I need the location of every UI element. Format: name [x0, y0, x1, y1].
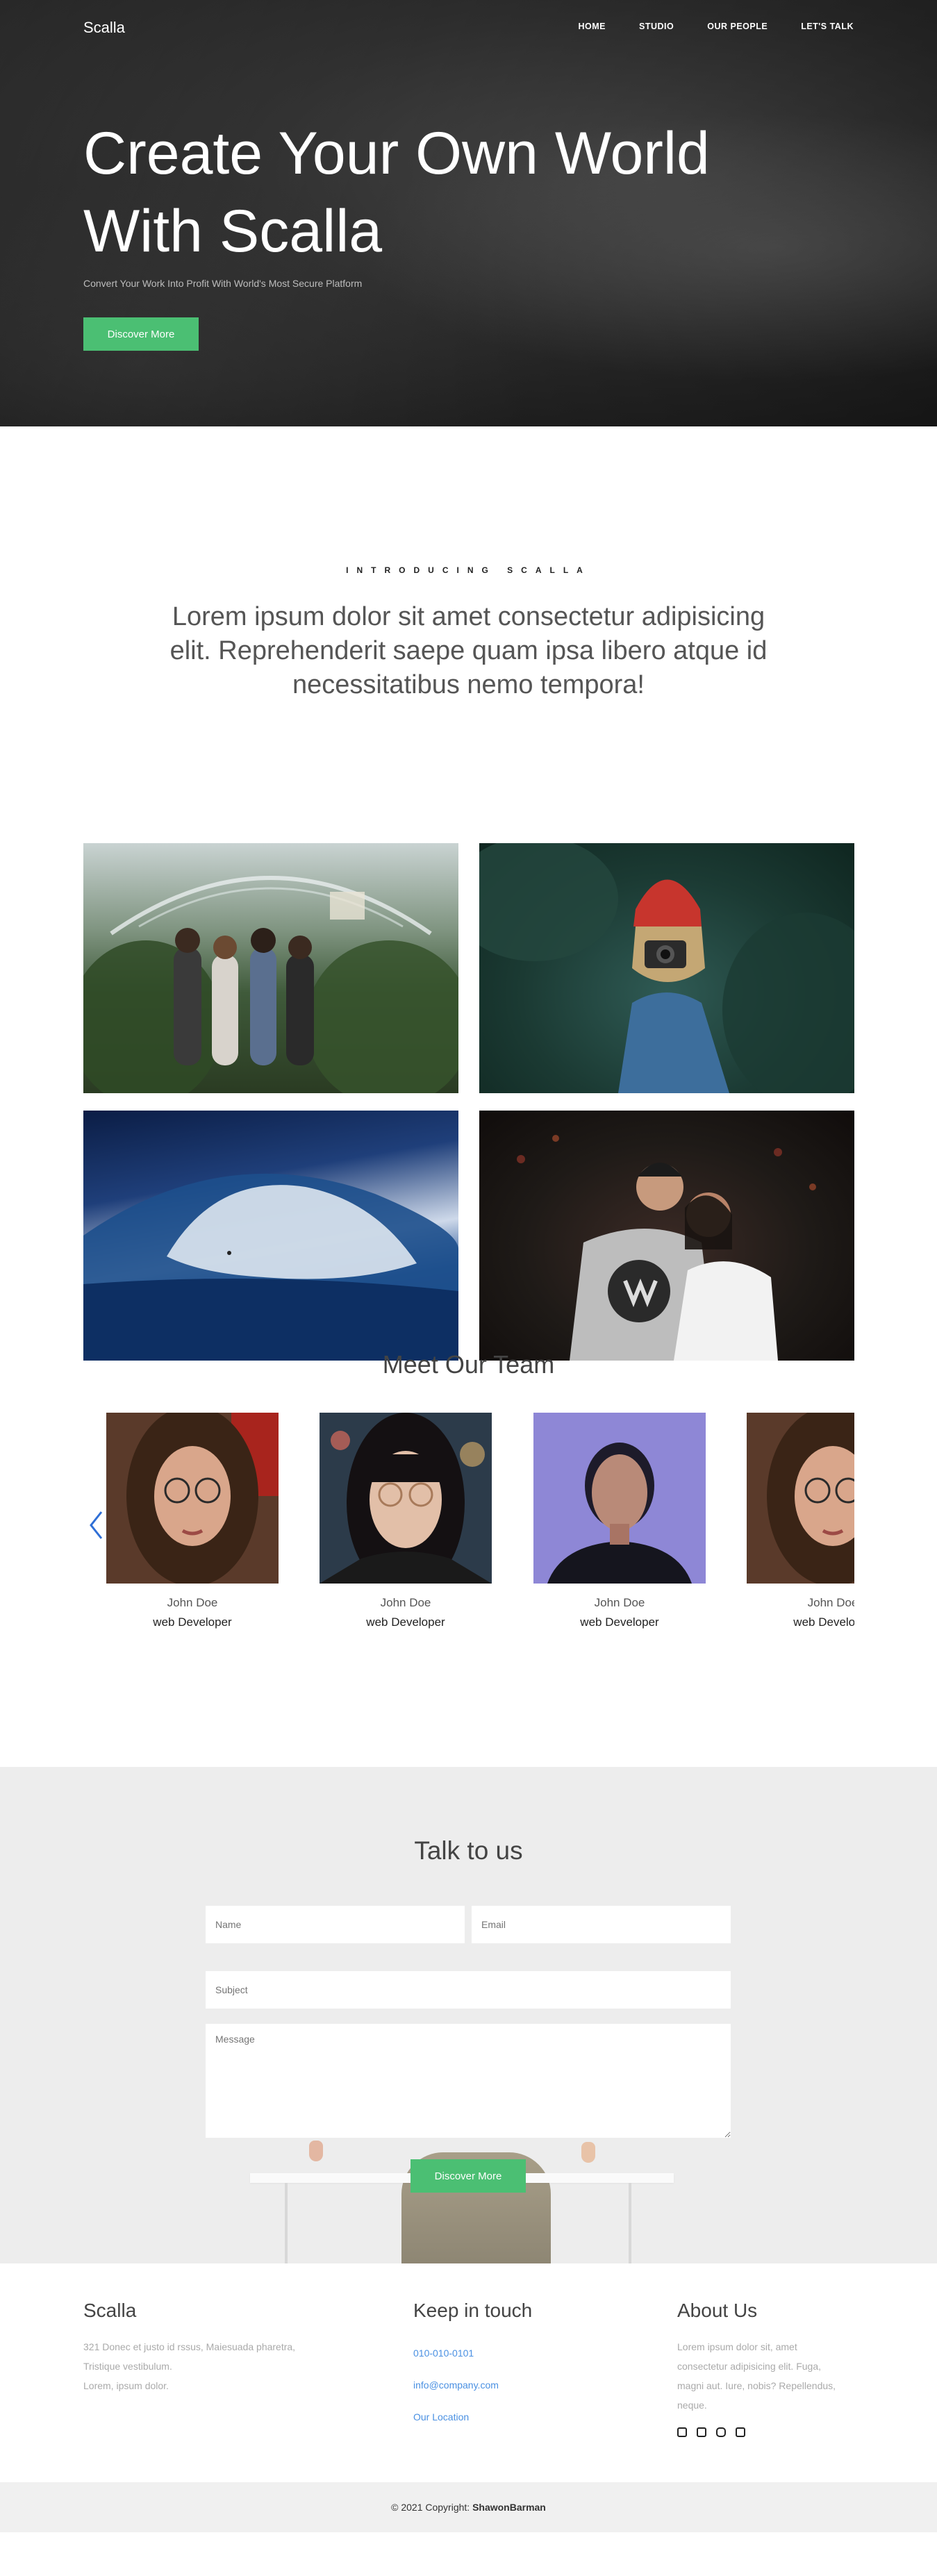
team-card: John Doe web Developer: [106, 1413, 279, 1629]
footer-about-line: Lorem ipsum dolor sit, amet: [677, 2341, 797, 2352]
footer-about-text: Lorem ipsum dolor sit, amet consectetur …: [677, 2337, 858, 2415]
social-icons: [677, 2427, 858, 2437]
footer-about-title: About Us: [677, 2300, 758, 2321]
team-photo: [533, 1413, 706, 1584]
hero-title-line2: With Scalla: [83, 198, 383, 265]
gallery-photo-couple: [479, 1111, 854, 1361]
footer-email-link[interactable]: info@company.com: [413, 2369, 622, 2401]
hero-title-line1: Create Your Own World: [83, 120, 710, 187]
team-card: John Doe web Developer: [320, 1413, 492, 1629]
main-nav: HOME STUDIO OUR PEOPLE LET'S TALK: [579, 22, 854, 31]
email-input[interactable]: [472, 1906, 731, 1943]
team-member-role: web Developer: [366, 1615, 445, 1629]
nav-our-people[interactable]: OUR PEOPLE: [707, 22, 768, 31]
footer-location-link[interactable]: Our Location: [413, 2401, 622, 2433]
hero-title: Create Your Own World With Scalla: [83, 115, 710, 270]
team-card: John Doe web Developer: [533, 1413, 706, 1629]
footer-address-line: 321 Donec et justo id rssus, Maiesuada p…: [83, 2341, 296, 2352]
footer-phone-link[interactable]: 010-010-0101: [413, 2337, 622, 2369]
message-textarea[interactable]: [206, 2024, 731, 2138]
copyright-text: © 2021 Copyright:: [391, 2502, 470, 2513]
wave-illustration: [83, 1173, 458, 1361]
contact-title: Talk to us: [414, 1836, 523, 1865]
gallery-photo-greenhouse-friends: [83, 843, 458, 1093]
vase-decoration: [309, 2141, 323, 2161]
discover-more-button[interactable]: Discover More: [83, 317, 199, 351]
footer-address: 321 Donec et justo id rssus, Maiesuada p…: [83, 2337, 347, 2395]
team-member-name: John Doe: [807, 1596, 854, 1609]
desk-leg: [629, 2183, 631, 2263]
team-photo: [320, 1413, 492, 1584]
couple-illustration: [517, 1135, 816, 1361]
team-member-name: John Doe: [594, 1596, 645, 1609]
nav-home[interactable]: HOME: [579, 22, 606, 31]
chevron-left-icon: [90, 1511, 103, 1539]
team-photo: [106, 1413, 279, 1584]
intro-text: Lorem ipsum dolor sit amet consectetur a…: [169, 602, 768, 699]
team-title: Meet Our Team: [382, 1350, 555, 1379]
brand-logo[interactable]: Scalla: [83, 19, 125, 37]
nav-lets-talk[interactable]: LET'S TALK: [801, 22, 854, 31]
nav-studio[interactable]: STUDIO: [639, 22, 674, 31]
footer-address-line: Tristique vestibulum.: [83, 2361, 172, 2372]
facebook-icon[interactable]: [697, 2427, 706, 2437]
greenhouse-illustration: [83, 876, 458, 1093]
copyright-bar: © 2021 Copyright: ShawonBarman: [0, 2482, 937, 2532]
gallery-photo-camera-girl: [479, 843, 854, 1093]
team-member-name: John Doe: [380, 1596, 431, 1609]
team-carousel[interactable]: John Doe web Developer John Doe web Deve…: [83, 1413, 854, 1642]
team-section: Meet Our Team John Doe web Developer Joh…: [0, 1350, 937, 1767]
instagram-icon[interactable]: [716, 2427, 726, 2437]
team-member-role: web Developer: [793, 1615, 854, 1629]
gallery-photo-wave-surfer: [83, 1111, 458, 1361]
team-member-name: John Doe: [167, 1596, 218, 1609]
footer-about-line: magni aut. Iure, nobis? Repellendus,: [677, 2380, 836, 2391]
team-member-role: web Developer: [580, 1615, 659, 1629]
footer-address-line: Lorem, ipsum dolor.: [83, 2380, 169, 2391]
carousel-prev-button[interactable]: [88, 1510, 103, 1544]
vase-decoration: [581, 2142, 595, 2163]
footer-about-line: neque.: [677, 2400, 707, 2411]
team-member-role: web Developer: [153, 1615, 232, 1629]
team-card: John Doe web Developer: [747, 1413, 854, 1629]
linkedin-icon[interactable]: [736, 2427, 745, 2437]
footer: Scalla 321 Donec et justo id rssus, Maie…: [0, 2263, 937, 2482]
camera-girl-illustration: [479, 843, 854, 1093]
hero-subtitle: Convert Your Work Into Profit With World…: [83, 278, 363, 289]
footer-contact-title: Keep in touch: [413, 2300, 533, 2321]
name-input[interactable]: [206, 1906, 465, 1943]
copyright-author[interactable]: ShawonBarman: [472, 2502, 546, 2513]
subject-input[interactable]: [206, 1971, 731, 2009]
footer-brand: Scalla: [83, 2300, 137, 2321]
footer-col-about: About Us Lorem ipsum dolor sit, amet con…: [677, 2300, 858, 2437]
twitter-icon[interactable]: [677, 2427, 687, 2437]
gallery-section: [0, 815, 937, 1361]
team-photo: [747, 1413, 854, 1584]
contact-submit-button[interactable]: Discover More: [411, 2159, 526, 2193]
hero-section: Scalla HOME STUDIO OUR PEOPLE LET'S TALK…: [0, 0, 937, 426]
footer-col-scalla: Scalla 321 Donec et justo id rssus, Maie…: [83, 2300, 347, 2395]
intro-kicker: INTRODUCING SCALLA: [346, 565, 591, 575]
desk-leg: [285, 2183, 288, 2263]
footer-col-contact: Keep in touch 010-010-0101 info@company.…: [413, 2300, 622, 2433]
contact-section: Talk to us Discover More: [0, 1767, 937, 2263]
intro-section: INTRODUCING SCALLA Lorem ipsum dolor sit…: [0, 426, 937, 815]
footer-about-line: consectetur adipisicing elit. Fuga,: [677, 2361, 821, 2372]
